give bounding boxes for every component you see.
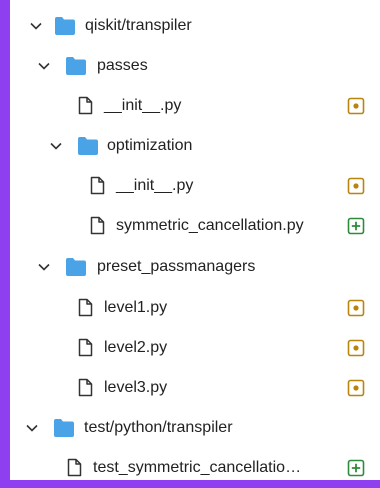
- tree-row-level1[interactable]: level1.py: [10, 288, 380, 328]
- folder-label: passes: [97, 57, 148, 74]
- file-label: level1.py: [104, 299, 168, 316]
- file-label: __init__.py: [116, 177, 194, 194]
- file-label: level3.py: [104, 379, 168, 396]
- file-icon: [67, 458, 82, 477]
- file-icon: [78, 96, 93, 115]
- folder-icon: [55, 17, 75, 35]
- modified-dot-icon: [347, 339, 365, 357]
- file-label: level2.py: [104, 339, 168, 356]
- tree-row-optimization-init[interactable]: __init__.py: [10, 166, 380, 206]
- folder-icon: [78, 137, 98, 155]
- file-icon: [90, 216, 105, 235]
- chevron-down-icon[interactable]: [37, 260, 51, 274]
- file-icon: [78, 378, 93, 397]
- tree-row-symmetric-cancellation[interactable]: symmetric_cancellation.py: [10, 206, 380, 246]
- chevron-down-icon[interactable]: [37, 59, 51, 73]
- file-label: __init__.py: [104, 97, 182, 114]
- file-icon: [90, 176, 105, 195]
- folder-icon: [54, 419, 74, 437]
- modified-dot-icon: [347, 299, 365, 317]
- tree-row-level2[interactable]: level2.py: [10, 328, 380, 368]
- file-icon: [78, 338, 93, 357]
- tree-row-level3[interactable]: level3.py: [10, 368, 380, 408]
- chevron-down-icon[interactable]: [29, 19, 43, 33]
- tree-row-test-python-transpiler[interactable]: test/python/transpiler: [10, 408, 380, 448]
- added-plus-icon: [347, 217, 365, 235]
- tree-row-optimization[interactable]: optimization: [10, 126, 380, 166]
- tree-row-test-symmetric-cancellation[interactable]: test_symmetric_cancellatio…: [10, 448, 380, 488]
- modified-dot-icon: [347, 97, 365, 115]
- folder-icon: [66, 57, 86, 75]
- tree-row-qiskit-transpiler[interactable]: qiskit/transpiler: [10, 6, 380, 46]
- tree-row-preset-passmanagers[interactable]: preset_passmanagers: [10, 247, 380, 287]
- chevron-down-icon[interactable]: [49, 139, 63, 153]
- file-label: test_symmetric_cancellatio…: [93, 459, 302, 476]
- added-plus-icon: [347, 459, 365, 477]
- folder-icon: [66, 258, 86, 276]
- folder-label: preset_passmanagers: [97, 258, 256, 275]
- file-tree-panel: qiskit/transpiler passes __init__.py opt…: [10, 0, 380, 480]
- tree-row-passes[interactable]: passes: [10, 46, 380, 86]
- chevron-down-icon[interactable]: [25, 421, 39, 435]
- folder-label: test/python/transpiler: [84, 419, 233, 436]
- folder-label: optimization: [107, 137, 193, 154]
- file-label: symmetric_cancellation.py: [116, 217, 304, 234]
- modified-dot-icon: [347, 177, 365, 195]
- folder-label: qiskit/transpiler: [85, 17, 192, 34]
- tree-row-passes-init[interactable]: __init__.py: [10, 86, 380, 126]
- file-icon: [78, 298, 93, 317]
- modified-dot-icon: [347, 379, 365, 397]
